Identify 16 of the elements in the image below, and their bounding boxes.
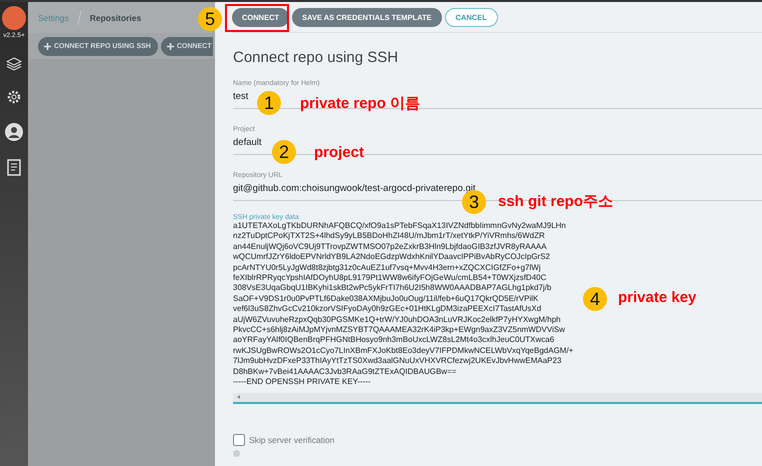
horizontal-scrollbar[interactable] bbox=[233, 392, 762, 402]
checkbox-label: Skip server verification bbox=[249, 434, 335, 444]
document-icon[interactable] bbox=[7, 159, 21, 176]
private-key-textarea[interactable]: a1UTETAXoLgTKbDURNhAFQBCQ/xfO9a1sPTebFSqaX13IVZNdfbbIimmnGvNy2waMJ9LHn nz2TuDptCPoKjTXT2S+4lhdSy9yLB5BDoHhZI48U/mJbm1rT/xetYtkP/YiVRmhs/6WdZR an44EnuljWQj6oVC9Uj9TTrovpZWTMSO07p2eZxkrB3Hln9LbjfdaoGIB3zfJVR8yRAAAA wQCUmrfJZrY6ldoEPVNrldYB9LA2NdoEGdzpWdxhKnilYDaavcIPPiBvAbRyCOJcIpGrS2 pcArNTYU0r5LyJgWd8t8zjbtg31z0cAuEZ1uf7vsq+Mvv4H3ern+xZQCXCIGfZFo+g7lWj feXIblrRPRyqcYpshIAfDOyhU8pL9179Pt1WW8w6ifyFOjGeWu/cmLB54+T0WXjzsfD40C 308VsE3UqaGbqU1IBKyhi1skBt2wPc5ykFrTI7h6U2I5h8WW0AAADBAP7AGLhg1pkd7j/b SaOF+V9DS1r0u0PvPTLf6Dake038AXMjbuJo0uOug/11il/feb+6uQ17QkrQD5E/rVPilK vef6l3uS8ZhvGcCv210kzorVSIFyoDAy0h9zGEc+01HtKLgDM3izaPEEXcI7TastAfUsXd aUjW6ZVuvuheRzpxQqb30PGSMKe1Q+trW/YJ0uhDOA3nLuVRJKoc2elkfP7yHYXwgM/hph PkvcCC+s6hlj8zAiMJpMYjvnMZSYBT7QAAAMEA32rK4iP3kp+EWgn9axZ3VZ5nmWDVViSw aoYRFayYAlf0IQBenBrqPFHGNtBHosyo9nh3mBoUxcLWZ8sL2Mt4o3cxlhJeuC0UTXwca6 rwKJSUgBwROWs2O1cCyo7LInXBmFXJoKbt8Eo3deyV7IFPDMkwNCELWbVxqYqeBgdAGM/+ 7lJm9ubHvzDFxeP33ThIAyYtTzTS0Xwd3aalGNuUxVHXVRCfezwj2UKEvJbvHwwEMAaP23 D8hBKw+7vBei41AAAAC3Jvb3RAaG9tZTExAQIDBAUGBw== -----END OPENSSH PRIVATE KEY----- bbox=[233, 221, 574, 388]
breadcrumb-link[interactable]: Repositories bbox=[90, 12, 142, 22]
plus-icon bbox=[166, 42, 174, 50]
separator-icon bbox=[76, 10, 82, 24]
checkbox[interactable] bbox=[233, 434, 245, 446]
plus-icon bbox=[44, 42, 51, 50]
highlight-frame bbox=[225, 4, 289, 32]
scroll-left-icon[interactable] bbox=[237, 395, 240, 399]
panel-title: Connect repo using SSH bbox=[233, 49, 400, 66]
layers-icon[interactable] bbox=[6, 57, 22, 71]
annotation-note: private key bbox=[618, 289, 696, 306]
settings-icon[interactable] bbox=[6, 89, 22, 105]
user-icon[interactable] bbox=[5, 123, 23, 141]
